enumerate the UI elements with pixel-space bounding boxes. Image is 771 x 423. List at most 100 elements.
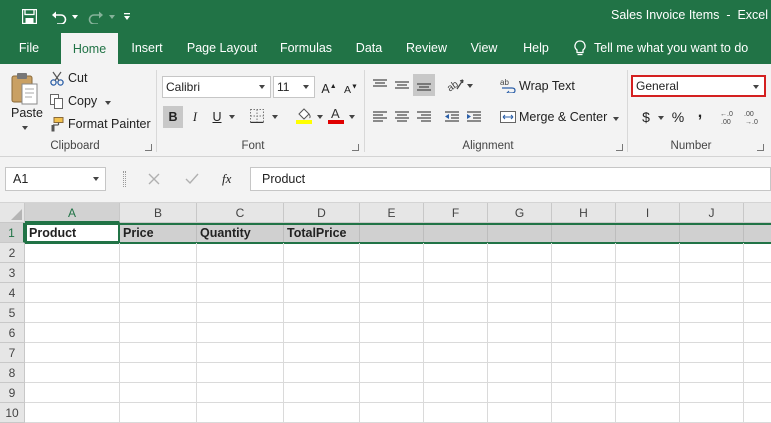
tab-page-layout[interactable]: Page Layout — [182, 33, 262, 64]
cell-i8[interactable] — [616, 363, 680, 383]
cell-j7[interactable] — [680, 343, 744, 363]
decrease-decimal-icon[interactable]: .00 →.0 — [744, 108, 762, 129]
column-header-k[interactable] — [744, 203, 771, 223]
cell-c4[interactable] — [197, 283, 284, 303]
tab-help[interactable]: Help — [517, 33, 555, 64]
fill-color-icon[interactable] — [296, 106, 312, 127]
row-header-6[interactable]: 6 — [0, 323, 25, 343]
customize-qat-icon[interactable] — [120, 0, 134, 33]
cell-g1[interactable] — [488, 223, 552, 243]
cell-a7[interactable] — [25, 343, 120, 363]
cell-j4[interactable] — [680, 283, 744, 303]
borders-icon[interactable] — [250, 109, 264, 126]
cell-g8[interactable] — [488, 363, 552, 383]
cell-h4[interactable] — [552, 283, 616, 303]
cell-d10[interactable] — [284, 403, 360, 423]
cell-a10[interactable] — [25, 403, 120, 423]
cell-a1[interactable]: Product — [25, 223, 120, 243]
cell-c9[interactable] — [197, 383, 284, 403]
cell-i2[interactable] — [616, 243, 680, 263]
cell-c7[interactable] — [197, 343, 284, 363]
cell-k8[interactable] — [744, 363, 771, 383]
italic-button[interactable]: I — [185, 106, 205, 128]
name-box[interactable]: A1 — [5, 167, 106, 191]
tab-view[interactable]: View — [465, 33, 503, 64]
cancel-icon[interactable] — [148, 173, 160, 188]
clipboard-launcher-icon[interactable] — [145, 144, 152, 151]
borders-dropdown-icon[interactable] — [272, 115, 278, 119]
alignment-launcher-icon[interactable] — [616, 144, 623, 151]
increase-decimal-icon[interactable]: ←.0.00 — [720, 108, 738, 129]
cell-j1[interactable] — [680, 223, 744, 243]
cell-a6[interactable] — [25, 323, 120, 343]
column-header-f[interactable]: F — [424, 203, 488, 223]
cell-d3[interactable] — [284, 263, 360, 283]
cell-k5[interactable] — [744, 303, 771, 323]
fill-color-dropdown-icon[interactable] — [317, 115, 323, 119]
percent-button[interactable]: % — [668, 106, 688, 128]
comma-style-button[interactable]: , — [690, 102, 710, 124]
cell-k6[interactable] — [744, 323, 771, 343]
cell-i5[interactable] — [616, 303, 680, 323]
underline-button[interactable]: U — [207, 106, 227, 128]
cell-i3[interactable] — [616, 263, 680, 283]
increase-indent-icon[interactable] — [466, 110, 482, 127]
cell-g9[interactable] — [488, 383, 552, 403]
column-header-j[interactable]: J — [680, 203, 744, 223]
cell-g2[interactable] — [488, 243, 552, 263]
cell-d4[interactable] — [284, 283, 360, 303]
font-name-select[interactable]: Calibri — [162, 76, 271, 98]
enter-check-icon[interactable] — [185, 173, 199, 188]
cell-h9[interactable] — [552, 383, 616, 403]
cell-g5[interactable] — [488, 303, 552, 323]
cell-h3[interactable] — [552, 263, 616, 283]
cell-b5[interactable] — [120, 303, 197, 323]
middle-align-icon[interactable] — [394, 78, 410, 95]
cell-e6[interactable] — [360, 323, 424, 343]
cell-d7[interactable] — [284, 343, 360, 363]
cell-i10[interactable] — [616, 403, 680, 423]
cell-b2[interactable] — [120, 243, 197, 263]
cell-f5[interactable] — [424, 303, 488, 323]
cell-h1[interactable] — [552, 223, 616, 243]
cell-j9[interactable] — [680, 383, 744, 403]
cell-k2[interactable] — [744, 243, 771, 263]
column-header-a[interactable]: A — [25, 203, 120, 223]
cell-k10[interactable] — [744, 403, 771, 423]
cell-g6[interactable] — [488, 323, 552, 343]
cell-e8[interactable] — [360, 363, 424, 383]
paste-icon[interactable] — [10, 72, 40, 108]
column-header-g[interactable]: G — [488, 203, 552, 223]
font-color-icon[interactable]: A — [328, 106, 344, 127]
wrap-text-button[interactable]: Wrap Text — [519, 79, 575, 93]
paste-button[interactable]: Paste — [11, 106, 43, 120]
tab-formulas[interactable]: Formulas — [274, 33, 338, 64]
cell-i6[interactable] — [616, 323, 680, 343]
cell-b3[interactable] — [120, 263, 197, 283]
tab-file[interactable]: File — [8, 33, 50, 64]
cell-k4[interactable] — [744, 283, 771, 303]
cell-g3[interactable] — [488, 263, 552, 283]
column-header-d[interactable]: D — [284, 203, 360, 223]
tab-data[interactable]: Data — [350, 33, 388, 64]
cell-a2[interactable] — [25, 243, 120, 263]
row-header-5[interactable]: 5 — [0, 303, 25, 323]
tab-insert[interactable]: Insert — [124, 33, 170, 64]
cell-h8[interactable] — [552, 363, 616, 383]
cell-g4[interactable] — [488, 283, 552, 303]
cell-j10[interactable] — [680, 403, 744, 423]
cell-b7[interactable] — [120, 343, 197, 363]
cell-j2[interactable] — [680, 243, 744, 263]
row-header-1[interactable]: 1 — [0, 223, 25, 243]
tab-home[interactable]: Home — [61, 33, 118, 64]
cell-d2[interactable] — [284, 243, 360, 263]
cell-f8[interactable] — [424, 363, 488, 383]
cell-b10[interactable] — [120, 403, 197, 423]
decrease-indent-icon[interactable] — [444, 110, 460, 127]
cell-e3[interactable] — [360, 263, 424, 283]
cell-k7[interactable] — [744, 343, 771, 363]
cell-b1[interactable]: Price — [120, 223, 197, 243]
font-launcher-icon[interactable] — [352, 144, 359, 151]
cell-d1[interactable]: TotalPrice — [284, 223, 360, 243]
cell-d9[interactable] — [284, 383, 360, 403]
